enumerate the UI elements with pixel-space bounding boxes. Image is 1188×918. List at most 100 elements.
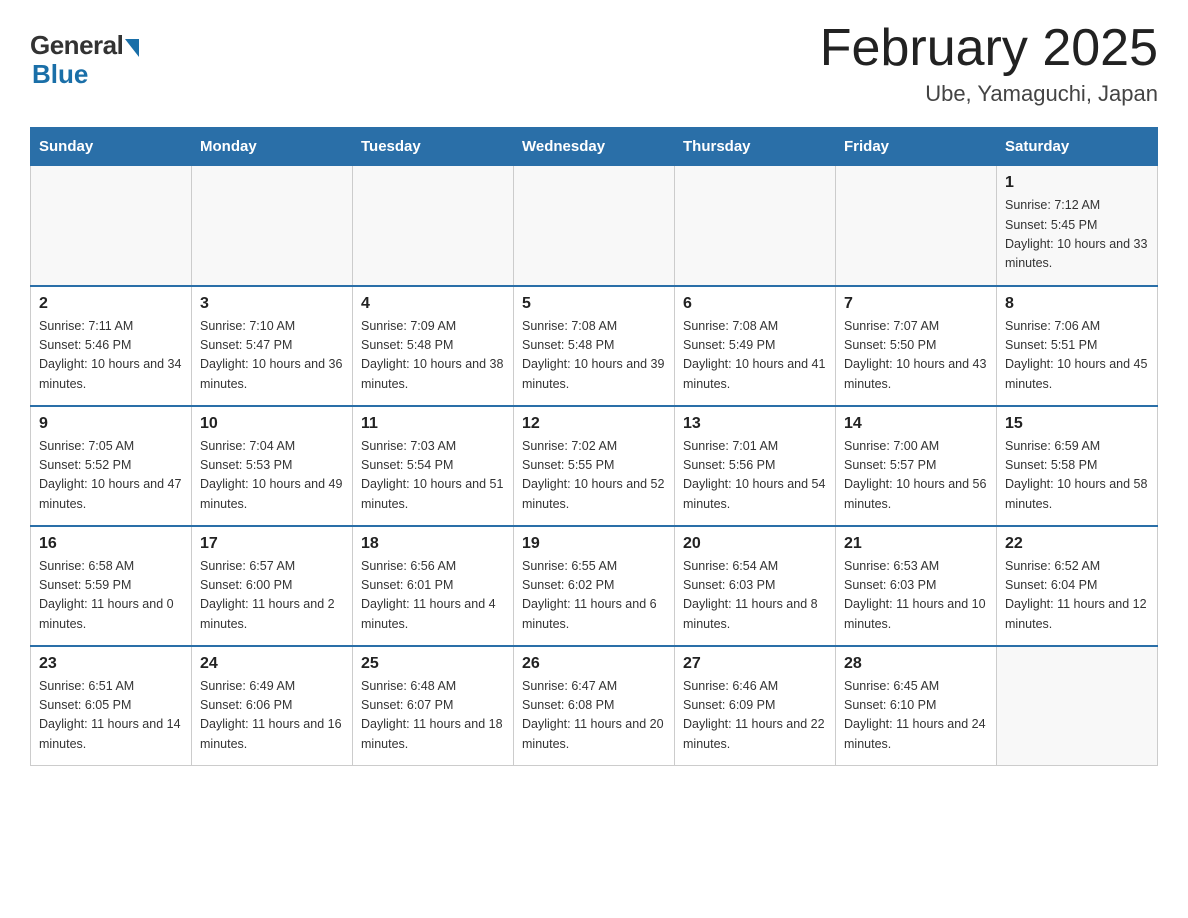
day-info: Sunrise: 7:10 AMSunset: 5:47 PMDaylight:… [200, 317, 344, 395]
calendar-cell [836, 166, 997, 286]
day-info: Sunrise: 6:51 AMSunset: 6:05 PMDaylight:… [39, 677, 183, 755]
day-info: Sunrise: 6:46 AMSunset: 6:09 PMDaylight:… [683, 677, 827, 755]
day-number: 24 [200, 655, 344, 673]
day-info: Sunrise: 7:11 AMSunset: 5:46 PMDaylight:… [39, 317, 183, 395]
day-number: 18 [361, 535, 505, 553]
calendar-cell: 24Sunrise: 6:49 AMSunset: 6:06 PMDayligh… [192, 646, 353, 766]
calendar-cell [192, 166, 353, 286]
day-info: Sunrise: 6:52 AMSunset: 6:04 PMDaylight:… [1005, 557, 1149, 635]
logo: General Blue [30, 30, 139, 90]
day-number: 27 [683, 655, 827, 673]
calendar-cell: 3 Sunrise: 7:10 AMSunset: 5:47 PMDaylight… [192, 286, 353, 406]
calendar-cell: 17 Sunrise: 6:57 AMSunset: 6:00 PMDayligh… [192, 526, 353, 646]
day-info: Sunrise: 7:12 AMSunset: 5:45 PMDaylight:… [1005, 196, 1149, 274]
title-area: February 2025 Ube, Yamaguchi, Japan [820, 20, 1158, 107]
calendar-cell: 11 Sunrise: 7:03 AMSunset: 5:54 PMDayligh… [353, 406, 514, 526]
calendar-cell [675, 166, 836, 286]
calendar-table: SundayMondayTuesdayWednesdayThursdayFrid… [30, 127, 1158, 766]
calendar-cell: 14 Sunrise: 7:00 AMSunset: 5:57 PMDayligh… [836, 406, 997, 526]
day-info: Sunrise: 6:48 AMSunset: 6:07 PMDaylight:… [361, 677, 505, 755]
calendar-cell: 18Sunrise: 6:56 AMSunset: 6:01 PMDayligh… [353, 526, 514, 646]
day-number: 13 [683, 415, 827, 433]
calendar-cell: 21 Sunrise: 6:53 AMSunset: 6:03 PMDayligh… [836, 526, 997, 646]
day-info: Sunrise: 7:09 AMSunset: 5:48 PMDaylight:… [361, 317, 505, 395]
day-number: 26 [522, 655, 666, 673]
calendar-cell: 9Sunrise: 7:05 AMSunset: 5:52 PMDaylight… [31, 406, 192, 526]
day-number: 5 [522, 295, 666, 313]
day-info: Sunrise: 6:45 AMSunset: 6:10 PMDaylight:… [844, 677, 988, 755]
day-number: 22 [1005, 535, 1149, 553]
calendar-cell [997, 646, 1158, 766]
calendar-cell: 26 Sunrise: 6:47 AMSunset: 6:08 PMDayligh… [514, 646, 675, 766]
day-number: 7 [844, 295, 988, 313]
calendar-cell: 22 Sunrise: 6:52 AMSunset: 6:04 PMDayligh… [997, 526, 1158, 646]
day-number: 4 [361, 295, 505, 313]
day-info: Sunrise: 6:59 AMSunset: 5:58 PMDaylight:… [1005, 437, 1149, 515]
day-info: Sunrise: 7:02 AMSunset: 5:55 PMDaylight:… [522, 437, 666, 515]
calendar-cell: 23 Sunrise: 6:51 AMSunset: 6:05 PMDayligh… [31, 646, 192, 766]
day-number: 17 [200, 535, 344, 553]
logo-arrow-icon [125, 39, 139, 57]
logo-blue-text: Blue [32, 59, 88, 90]
calendar-cell: 7Sunrise: 7:07 AMSunset: 5:50 PMDaylight… [836, 286, 997, 406]
day-info: Sunrise: 6:53 AMSunset: 6:03 PMDaylight:… [844, 557, 988, 635]
day-info: Sunrise: 7:00 AMSunset: 5:57 PMDaylight:… [844, 437, 988, 515]
calendar-cell: 20 Sunrise: 6:54 AMSunset: 6:03 PMDayligh… [675, 526, 836, 646]
day-number: 12 [522, 415, 666, 433]
day-info: Sunrise: 7:08 AMSunset: 5:49 PMDaylight:… [683, 317, 827, 395]
calendar-cell [353, 166, 514, 286]
calendar-cell: 12 Sunrise: 7:02 AMSunset: 5:55 PMDayligh… [514, 406, 675, 526]
day-number: 28 [844, 655, 988, 673]
calendar-week-5: 23 Sunrise: 6:51 AMSunset: 6:05 PMDayligh… [31, 646, 1158, 766]
day-number: 21 [844, 535, 988, 553]
day-number: 15 [1005, 415, 1149, 433]
day-info: Sunrise: 6:55 AMSunset: 6:02 PMDaylight:… [522, 557, 666, 635]
calendar-week-4: 16Sunrise: 6:58 AMSunset: 5:59 PMDayligh… [31, 526, 1158, 646]
day-header-friday: Friday [836, 128, 997, 166]
day-number: 20 [683, 535, 827, 553]
calendar-week-3: 9Sunrise: 7:05 AMSunset: 5:52 PMDaylight… [31, 406, 1158, 526]
day-number: 6 [683, 295, 827, 313]
day-number: 23 [39, 655, 183, 673]
calendar-cell: 16Sunrise: 6:58 AMSunset: 5:59 PMDayligh… [31, 526, 192, 646]
calendar-cell: 27 Sunrise: 6:46 AMSunset: 6:09 PMDayligh… [675, 646, 836, 766]
day-info: Sunrise: 7:04 AMSunset: 5:53 PMDaylight:… [200, 437, 344, 515]
day-info: Sunrise: 6:54 AMSunset: 6:03 PMDaylight:… [683, 557, 827, 635]
day-info: Sunrise: 7:08 AMSunset: 5:48 PMDaylight:… [522, 317, 666, 395]
day-info: Sunrise: 7:06 AMSunset: 5:51 PMDaylight:… [1005, 317, 1149, 395]
calendar-week-2: 2 Sunrise: 7:11 AMSunset: 5:46 PMDaylight… [31, 286, 1158, 406]
calendar-cell: 19 Sunrise: 6:55 AMSunset: 6:02 PMDayligh… [514, 526, 675, 646]
calendar-header-row: SundayMondayTuesdayWednesdayThursdayFrid… [31, 128, 1158, 166]
calendar-cell [514, 166, 675, 286]
day-header-monday: Monday [192, 128, 353, 166]
day-number: 9 [39, 415, 183, 433]
calendar-cell [31, 166, 192, 286]
day-info: Sunrise: 6:57 AMSunset: 6:00 PMDaylight:… [200, 557, 344, 635]
day-number: 14 [844, 415, 988, 433]
calendar-cell: 8Sunrise: 7:06 AMSunset: 5:51 PMDaylight… [997, 286, 1158, 406]
calendar-cell: 6 Sunrise: 7:08 AMSunset: 5:49 PMDaylight… [675, 286, 836, 406]
day-number: 19 [522, 535, 666, 553]
page-header: General Blue February 2025 Ube, Yamaguch… [30, 20, 1158, 107]
day-info: Sunrise: 7:01 AMSunset: 5:56 PMDaylight:… [683, 437, 827, 515]
calendar-cell: 25Sunrise: 6:48 AMSunset: 6:07 PMDayligh… [353, 646, 514, 766]
day-number: 10 [200, 415, 344, 433]
day-number: 2 [39, 295, 183, 313]
day-header-tuesday: Tuesday [353, 128, 514, 166]
calendar-cell: 13 Sunrise: 7:01 AMSunset: 5:56 PMDayligh… [675, 406, 836, 526]
day-number: 1 [1005, 174, 1149, 192]
calendar-cell: 1 Sunrise: 7:12 AMSunset: 5:45 PMDaylight… [997, 166, 1158, 286]
day-number: 16 [39, 535, 183, 553]
day-number: 3 [200, 295, 344, 313]
calendar-cell: 5 Sunrise: 7:08 AMSunset: 5:48 PMDaylight… [514, 286, 675, 406]
calendar-cell: 2 Sunrise: 7:11 AMSunset: 5:46 PMDaylight… [31, 286, 192, 406]
calendar-subtitle: Ube, Yamaguchi, Japan [820, 81, 1158, 107]
day-info: Sunrise: 7:03 AMSunset: 5:54 PMDaylight:… [361, 437, 505, 515]
calendar-cell: 15 Sunrise: 6:59 AMSunset: 5:58 PMDayligh… [997, 406, 1158, 526]
calendar-week-1: 1 Sunrise: 7:12 AMSunset: 5:45 PMDaylight… [31, 166, 1158, 286]
calendar-cell: 4 Sunrise: 7:09 AMSunset: 5:48 PMDaylight… [353, 286, 514, 406]
day-number: 11 [361, 415, 505, 433]
day-info: Sunrise: 6:47 AMSunset: 6:08 PMDaylight:… [522, 677, 666, 755]
logo-general-text: General [30, 30, 123, 61]
day-header-thursday: Thursday [675, 128, 836, 166]
